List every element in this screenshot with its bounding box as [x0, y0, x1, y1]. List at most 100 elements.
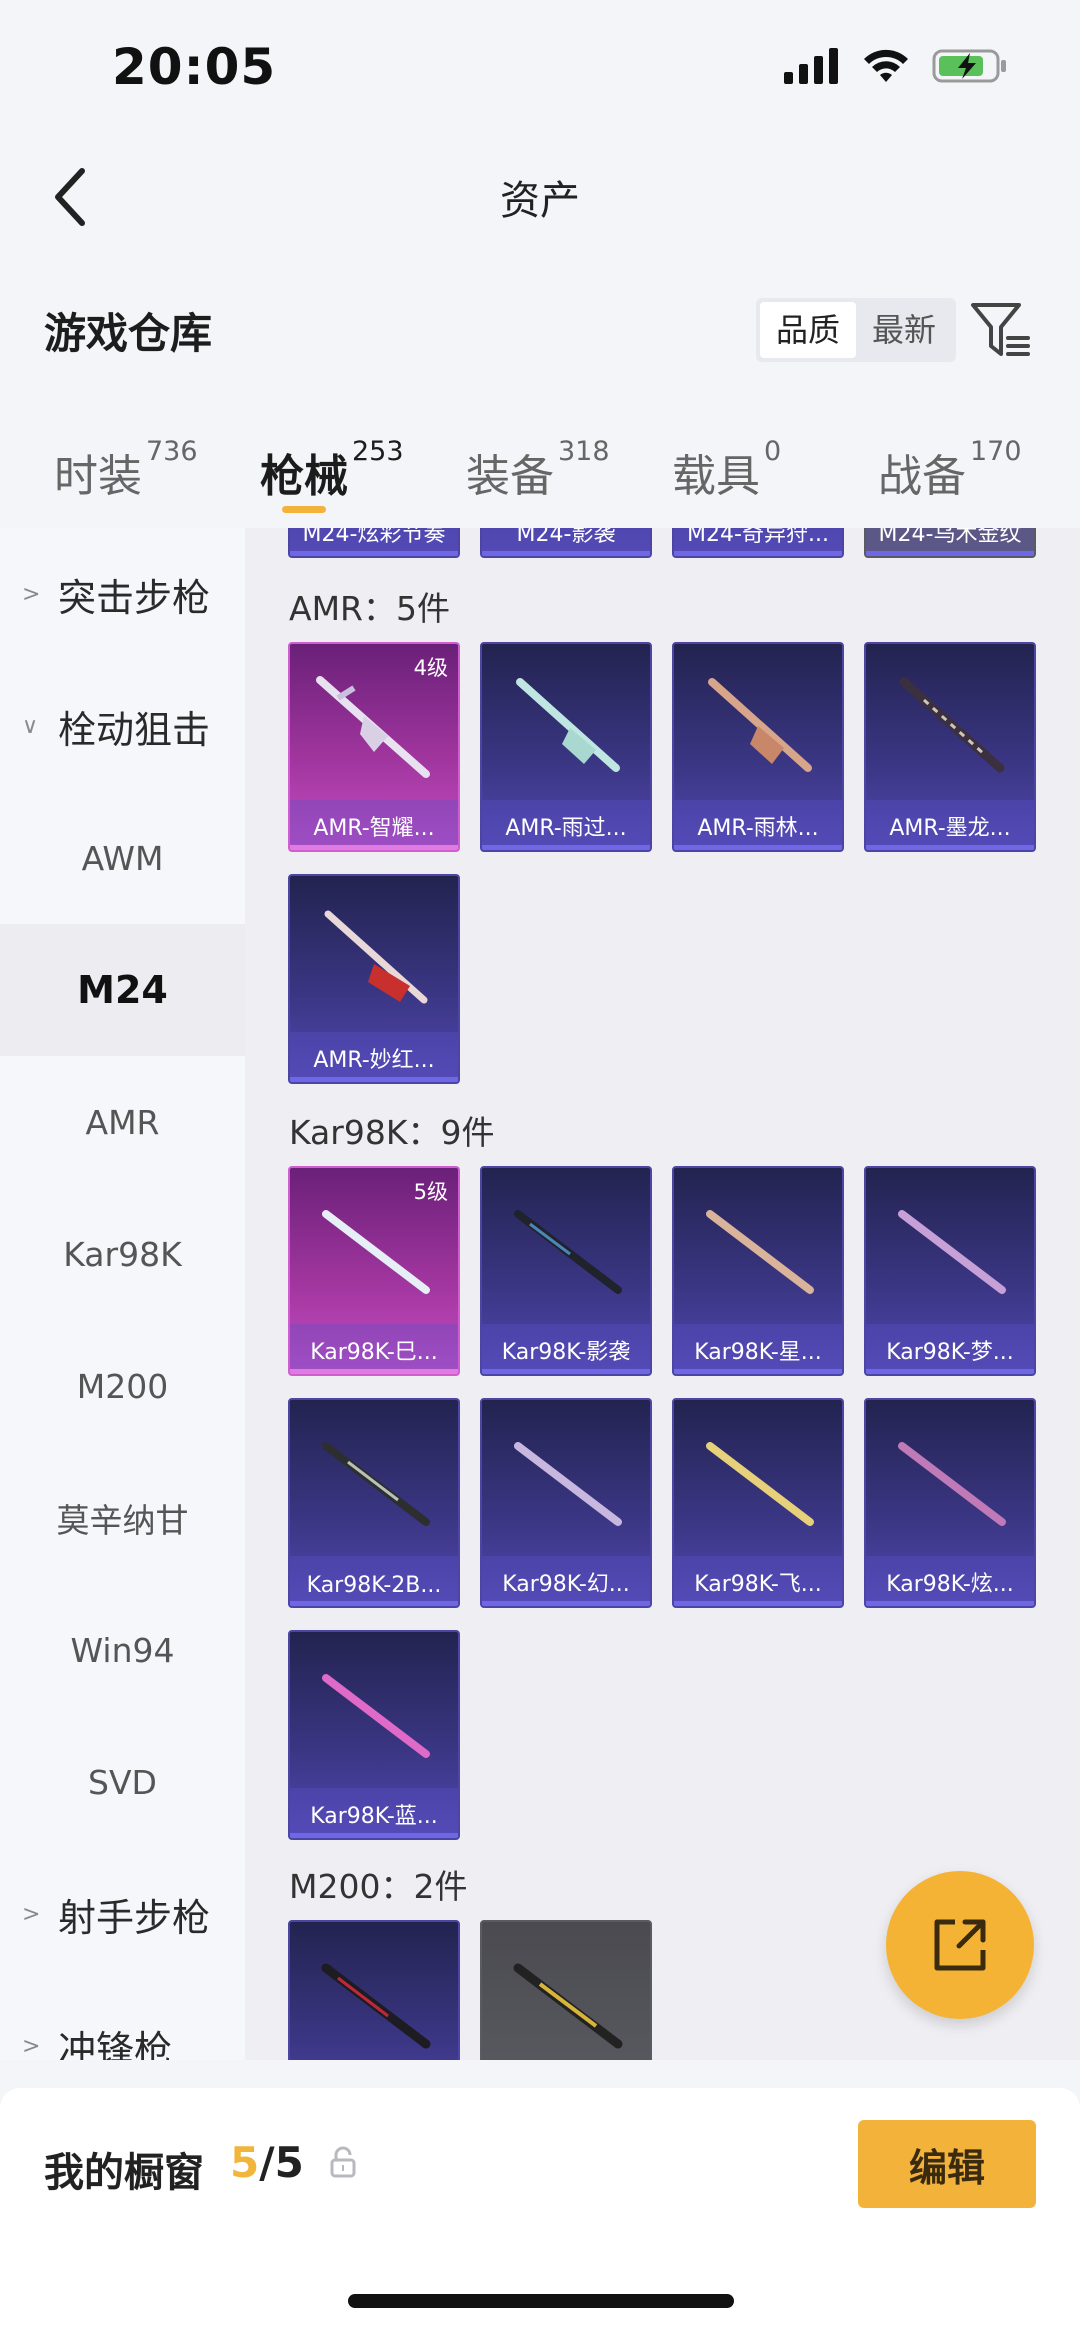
- sidebar-item-kar98k[interactable]: Kar98K: [0, 1188, 245, 1320]
- tab-count: 170: [970, 436, 1022, 467]
- rarity-line: [866, 551, 1034, 556]
- weapon-level-badge: 5级: [413, 1180, 448, 1204]
- rarity-line: [674, 551, 842, 556]
- weapon-card[interactable]: [288, 1920, 460, 2060]
- sort-quality-option[interactable]: 品质: [760, 302, 857, 358]
- weapon-card[interactable]: Kar98K-蓝...: [288, 1630, 460, 1840]
- sidebar-item-m24[interactable]: M24: [0, 924, 245, 1056]
- weapon-type-sidebar: > 突击步枪 ∨ 栓动狙击 AWM M24 AMR Kar98K M200 莫辛纳甘…: [0, 528, 245, 2060]
- showcase-label: 我的橱窗: [44, 2150, 204, 2196]
- rifle-icon: [322, 1442, 430, 1526]
- weapon-card[interactable]: AMR-雨过...: [480, 642, 652, 852]
- sidebar-item-mosin[interactable]: 莫辛纳甘: [0, 1452, 245, 1584]
- page-title: 资产: [500, 178, 580, 224]
- weapon-name: AMR-雨林...: [697, 816, 819, 841]
- sidebar-item-amr[interactable]: AMR: [0, 1056, 245, 1188]
- app-screen: { "status_bar": {"time": "20:05"}, "head…: [0, 0, 1080, 2337]
- rarity-line: [674, 1601, 842, 1606]
- weapon-card[interactable]: 4级 AMR-智耀...: [288, 642, 460, 852]
- weapon-card[interactable]: [480, 1920, 652, 2060]
- rarity-line: [290, 551, 458, 556]
- weapon-card[interactable]: M24-炫彩节奏: [288, 528, 460, 558]
- weapon-card[interactable]: Kar98K-梦...: [864, 1166, 1036, 1376]
- weapon-name: AMR-雨过...: [505, 816, 627, 841]
- share-external-icon: [934, 1919, 986, 1971]
- chevron-down-icon: ∨: [22, 713, 39, 739]
- weapon-name: AMR-妙红...: [313, 1048, 435, 1073]
- weapon-name: Kar98K-巳...: [310, 1340, 438, 1365]
- rifle-icon: [322, 1674, 430, 1758]
- weapon-card[interactable]: AMR-雨林...: [672, 642, 844, 852]
- status-icons: [784, 48, 1008, 84]
- tab-count: 0: [764, 436, 782, 467]
- rarity-line: [290, 845, 458, 850]
- rarity-line: [866, 845, 1034, 850]
- rarity-line: [482, 845, 650, 850]
- sidebar-category-marksman-rifle[interactable]: > 射手步枪: [0, 1848, 245, 1980]
- weapon-card[interactable]: M24-奇异狩...: [672, 528, 844, 558]
- weapon-card[interactable]: AMR-墨龙...: [864, 642, 1036, 852]
- tab-count: 736: [146, 436, 198, 467]
- sidebar-category-label: 突击步枪: [58, 575, 211, 620]
- rarity-line: [866, 1369, 1034, 1374]
- category-tabs: 时装 736 枪械 253 装备 318 载具 0 战备 170: [0, 420, 1080, 530]
- weapon-name: Kar98K-2B...: [306, 1573, 442, 1598]
- sidebar-item-m200[interactable]: M200: [0, 1320, 245, 1452]
- tab-vehicles[interactable]: 载具 0: [672, 436, 781, 504]
- tab-label: 装备: [466, 451, 554, 502]
- showcase-total: /5: [259, 2138, 304, 2187]
- showcase-count: 5/5: [230, 2138, 304, 2187]
- tab-count: 318: [558, 436, 610, 467]
- rarity-line: [482, 551, 650, 556]
- weapon-card[interactable]: Kar98K-飞...: [672, 1398, 844, 1608]
- section-title-m200: M200：2件: [289, 1867, 468, 1906]
- sidebar-category-bolt-sniper[interactable]: ∨ 栓动狙击: [0, 660, 245, 792]
- weapon-card[interactable]: Kar98K-炫...: [864, 1398, 1036, 1608]
- weapon-name: Kar98K-幻...: [502, 1572, 630, 1597]
- sidebar-category-label: 冲锋枪: [58, 2027, 173, 2061]
- rifle-icon: [514, 1210, 622, 1294]
- sidebar-item-win94[interactable]: Win94: [0, 1584, 245, 1716]
- share-button[interactable]: [886, 1871, 1034, 2019]
- filter-icon: [971, 303, 1030, 356]
- tab-fashion[interactable]: 时装 736: [54, 436, 198, 504]
- sidebar-category-label: 射手步枪: [58, 1895, 211, 1940]
- sort-segmented-control: 品质 最新: [756, 298, 957, 362]
- weapon-name: Kar98K-蓝...: [310, 1804, 438, 1829]
- rarity-line: [290, 1077, 458, 1082]
- weapon-card[interactable]: AMR-妙红...: [288, 874, 460, 1084]
- sniper-rifle-icon: [321, 1963, 431, 2049]
- rifle-icon: [514, 1442, 622, 1526]
- weapon-name: AMR-智耀...: [313, 816, 435, 841]
- home-indicator: [348, 2294, 734, 2308]
- rifle-icon: [706, 1210, 814, 1294]
- tab-equipment[interactable]: 装备 318: [466, 436, 610, 504]
- tab-supplies[interactable]: 战备 170: [878, 436, 1022, 504]
- weapon-card[interactable]: M24-乌木金纹: [864, 528, 1036, 558]
- weapon-card[interactable]: Kar98K-影袭: [480, 1166, 652, 1376]
- edit-button[interactable]: 编辑: [858, 2120, 1036, 2208]
- sidebar-category-smg[interactable]: > 冲锋枪: [0, 1980, 245, 2061]
- filter-button[interactable]: [970, 300, 1032, 362]
- sidebar-item-svd[interactable]: SVD: [0, 1716, 245, 1848]
- weapon-card[interactable]: Kar98K-星...: [672, 1166, 844, 1376]
- battery-charging-icon: [932, 49, 1006, 83]
- warehouse-title: 游戏仓库: [44, 309, 213, 358]
- tab-label: 载具: [672, 451, 760, 502]
- lock-icon: [330, 2146, 356, 2178]
- weapon-name: Kar98K-影袭: [501, 1340, 631, 1365]
- sidebar-category-assault-rifle[interactable]: > 突击步枪: [0, 528, 245, 660]
- rarity-line: [290, 1833, 458, 1838]
- weapon-card[interactable]: Kar98K-幻...: [480, 1398, 652, 1608]
- weapon-name: M24-乌木金纹: [878, 528, 1022, 547]
- status-bar: 20:05: [0, 0, 1080, 140]
- rarity-line: [290, 1369, 458, 1374]
- weapon-card[interactable]: M24-影袭: [480, 528, 652, 558]
- rarity-line: [482, 1601, 650, 1606]
- sort-latest-option[interactable]: 最新: [856, 302, 952, 358]
- tab-firearms[interactable]: 枪械 253: [260, 436, 404, 504]
- weapon-card[interactable]: Kar98K-2B...: [288, 1398, 460, 1608]
- sidebar-item-awm[interactable]: AWM: [0, 792, 245, 924]
- rarity-line: [866, 1601, 1034, 1606]
- weapon-card[interactable]: 5级 Kar98K-巳...: [288, 1166, 460, 1376]
